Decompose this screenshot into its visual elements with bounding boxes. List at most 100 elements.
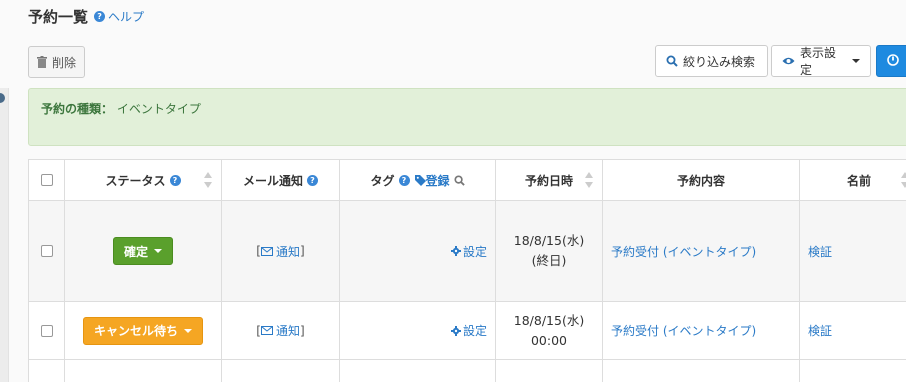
header-datetime-label: 予約日時 [524,173,573,188]
reservation-type-value: イベントタイプ [116,102,201,116]
header-name-label: 名前 [846,173,871,188]
time-line: 00:00 [530,332,567,348]
tag-cell: 設定 [340,201,496,301]
header-mail: メール通知 ? [222,160,340,200]
status-label: 確定 [123,244,148,259]
delete-button[interactable]: 削除 [28,46,86,78]
tag-cell [340,360,496,382]
row-select-cell [28,360,65,382]
tag-settings-link[interactable]: 設定 [450,243,487,260]
left-rail [0,88,9,382]
reservation-type-label: 予約の種類： [41,102,114,116]
name-cell: 検証 [800,302,906,359]
title-row: 予約一覧 ? ヘルプ [28,6,144,27]
display-settings-button[interactable]: 表示設定 [771,45,871,77]
name-cell: 検証 [800,201,906,301]
row-checkbox[interactable] [40,324,53,337]
status-cell: キャンセル待ち [65,302,222,359]
content-cell [603,360,800,382]
sort-icon[interactable] [901,172,906,188]
content-link[interactable]: 予約受付 (イベントタイプ) [611,243,756,260]
settings-label: 設定 [462,324,487,338]
filter-search-button[interactable]: 絞り込み検索 [655,45,768,77]
eye-icon [782,56,795,66]
chevron-down-icon [184,328,192,333]
help-icon[interactable]: ? [307,174,318,186]
delete-label: 削除 [52,55,77,70]
status-cell: 確定 [65,201,222,301]
bracket-close: ] [300,244,305,258]
filter-label: 絞り込み検索 [683,54,756,69]
header-content: 予約内容 [603,160,800,200]
header-mail-label: メール通知 [242,173,303,188]
help-icon[interactable]: ? [398,174,410,186]
header-datetime[interactable]: 予約日時 [496,160,603,200]
tag-search-icon[interactable] [453,174,465,186]
header-tag: タグ ? 登録 [340,160,496,200]
display-label: 表示設定 [800,46,837,77]
status-cell [65,360,222,382]
tag-settings-link[interactable]: 設定 [450,322,487,339]
chevron-down-icon [852,59,860,63]
trash-icon [37,56,47,68]
header-status-label: ステータス [105,173,166,188]
content-link[interactable]: 予約受付 (イベントタイプ) [611,322,756,339]
table-row [28,360,906,382]
header-name[interactable]: 名前 [800,160,906,200]
settings-label: 設定 [462,244,487,259]
datetime-cell [496,360,603,382]
status-dropdown[interactable]: キャンセル待ち [82,316,203,345]
header-status[interactable]: ステータス ? [65,160,222,200]
table-row: キャンセル待ち [ 通知 ] 設定 18/8/15(水) 00:00 予約受付 … [28,302,906,360]
page-title: 予約一覧 [28,8,89,26]
notify-label: 通知 [275,244,300,259]
row-checkbox[interactable] [40,245,53,257]
datetime-cell: 18/8/15(水) 00:00 [496,302,603,359]
header-tag-label: タグ [370,173,395,188]
tag-icon [414,174,426,186]
status-label: キャンセル待ち [93,324,178,338]
row-select-cell [28,201,65,301]
notify-wrapper: [ 通知 ] [256,243,304,260]
table-row: 確定 [ 通知 ] 設定 18/8/15(水) (終日) 予約受付 (イベントタ… [28,201,906,302]
mail-cell [222,360,340,382]
help-icon[interactable]: ? [169,174,181,186]
header-content-label: 予約内容 [676,173,725,188]
rail-handle[interactable] [0,93,5,103]
tag-register-label: 登録 [425,173,450,188]
mail-cell: [ 通知 ] [222,302,340,359]
reservation-table: ステータス ? メール通知 ? タグ ? 登録 予約日時 予約内容 名前 確定 … [28,159,906,382]
select-all-checkbox[interactable] [40,174,53,186]
date-line: 18/8/15(水) [513,312,585,328]
row-select-cell [28,302,65,359]
envelope-icon [260,246,273,256]
header-select-cell [28,160,65,200]
primary-action-button[interactable] [876,45,906,77]
name-cell [800,360,906,382]
reservation-type-info: 予約の種類： イベントタイプ [28,88,906,146]
table-header-row: ステータス ? メール通知 ? タグ ? 登録 予約日時 予約内容 名前 [28,160,906,201]
name-link[interactable]: 検証 [808,243,832,260]
date-line: 18/8/15(水) [513,233,585,248]
help-icon[interactable]: ? [94,11,106,22]
time-line: (終日) [531,253,567,268]
notify-link[interactable]: 通知 [260,322,300,339]
datetime-cell: 18/8/15(水) (終日) [496,201,603,301]
content-cell: 予約受付 (イベントタイプ) [603,302,800,359]
notify-wrapper: [ 通知 ] [256,322,304,339]
search-icon [666,55,678,67]
sort-icon[interactable] [585,172,593,188]
status-dropdown[interactable]: 確定 [112,237,173,265]
chevron-down-icon [154,249,162,253]
tag-cell: 設定 [340,302,496,359]
tag-register-link[interactable]: 登録 [414,172,450,189]
notify-link[interactable]: 通知 [260,243,300,260]
notify-label: 通知 [275,324,300,338]
gear-icon [450,246,461,256]
power-icon [887,53,899,69]
envelope-icon [260,326,273,335]
name-link[interactable]: 検証 [808,322,832,339]
sort-icon[interactable] [204,172,212,188]
help-link[interactable]: ヘルプ [108,8,144,25]
mail-cell: [ 通知 ] [222,201,340,301]
